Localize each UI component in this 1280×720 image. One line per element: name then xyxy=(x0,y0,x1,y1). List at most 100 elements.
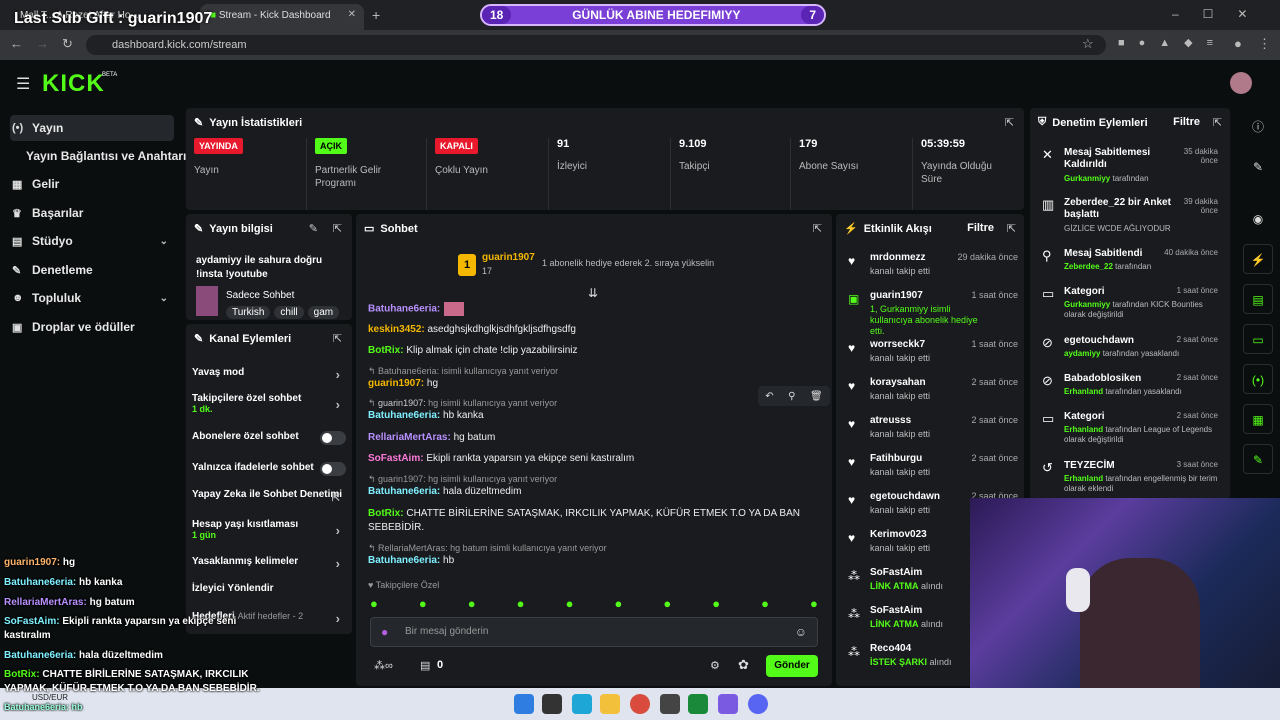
chat-username[interactable]: BotRix: xyxy=(368,508,404,519)
activity-user[interactable]: SoFastAim xyxy=(870,567,922,578)
chat-icon[interactable]: ▭ xyxy=(1243,324,1273,354)
action-raid[interactable]: İzleyici Yönlendir xyxy=(192,583,346,594)
sidebar-item-topluluk[interactable]: ☻ Topluluk ⌄ xyxy=(10,285,174,311)
kick-points-icon[interactable]: ⁂∞ xyxy=(374,659,393,672)
scroll-down-icon[interactable]: ⇊ xyxy=(588,286,598,300)
chat-username[interactable]: Batuhane6eria: xyxy=(368,410,440,421)
emote-icon[interactable]: ● xyxy=(468,596,476,612)
action-subscribers-only[interactable]: Abonelere özel sohbet xyxy=(192,431,346,445)
activity-user[interactable]: atreusss xyxy=(870,415,911,426)
settings-gear-icon[interactable]: ⚙ xyxy=(710,659,720,672)
task-view-icon[interactable] xyxy=(542,694,562,714)
edit-icon[interactable]: ✎ xyxy=(1240,152,1276,182)
layout-icon[interactable]: ▦ xyxy=(1243,404,1273,434)
action-account-age[interactable]: Hesap yaşı kısıtlaması 1 gün › xyxy=(192,519,346,540)
menu-dots-icon[interactable]: ⋮ xyxy=(1258,36,1271,52)
action-emote-only[interactable]: Yalnızca ifadelerle sohbet xyxy=(192,462,346,476)
gift-icon[interactable]: ✿ xyxy=(738,657,749,673)
new-tab-button[interactable]: + xyxy=(372,7,380,23)
windows-start-icon[interactable] xyxy=(514,694,534,714)
mod-user[interactable]: Gurkanmiyy xyxy=(1064,300,1110,309)
emoji-icon[interactable]: ☺ xyxy=(795,625,807,639)
emote-icon[interactable]: ● xyxy=(761,596,769,612)
toggle-switch[interactable] xyxy=(320,462,346,476)
popout-icon[interactable]: ⇱ xyxy=(1005,116,1014,129)
popout-icon[interactable]: ⇱ xyxy=(1213,116,1222,129)
popout-icon[interactable]: ⇱ xyxy=(1007,222,1016,235)
app-icon[interactable] xyxy=(718,694,738,714)
activity-user[interactable]: mrdonmezz xyxy=(870,252,926,263)
tag-chip[interactable]: chill xyxy=(274,306,304,319)
sidebar-item-basarilar[interactable]: ♛ Başarılar xyxy=(10,200,174,226)
currency-widget[interactable]: USD/EUR xyxy=(32,693,68,702)
obs-icon[interactable] xyxy=(660,694,680,714)
app-icon[interactable] xyxy=(688,694,708,714)
chat-input[interactable]: ● Bir mesaj gönderin ☺ xyxy=(370,617,818,647)
chat-username[interactable]: guarin1907: xyxy=(368,378,424,389)
edit-icon[interactable]: ✎ xyxy=(309,222,318,235)
activity-user[interactable]: Fatihburgu xyxy=(870,453,922,464)
kick-logo[interactable]: KICK xyxy=(42,70,105,98)
close-tab-icon[interactable]: ✕ xyxy=(348,9,356,20)
filter-button[interactable]: Filtre xyxy=(1173,116,1200,128)
activity-user[interactable]: egetouchdawn xyxy=(870,491,940,502)
activity-user[interactable]: SoFastAim xyxy=(870,605,922,616)
toggle-switch[interactable] xyxy=(320,431,346,445)
chat-username[interactable]: Batuhane6eria: xyxy=(368,555,440,566)
emote-icon[interactable]: ● xyxy=(810,596,818,612)
hamburger-menu-icon[interactable]: ☰ xyxy=(16,74,30,94)
discord-icon[interactable] xyxy=(748,694,768,714)
chat-username[interactable]: BotRix: xyxy=(368,345,404,356)
action-followers-only[interactable]: Takipçilere özel sohbet 1 dk. › xyxy=(192,393,346,414)
activity-user[interactable]: Kerimov023 xyxy=(870,529,927,540)
send-button[interactable]: Gönder xyxy=(766,655,818,677)
chat-username[interactable]: RellariaMertAras: xyxy=(368,432,451,443)
profile-icon[interactable]: ● xyxy=(1234,36,1242,51)
action-ai-moderation[interactable]: Yapay Zeka ile Sohbet Denetimi ⇱ xyxy=(192,489,346,504)
mod-user[interactable]: aydamiyy xyxy=(1064,349,1100,358)
mod-user[interactable]: Erhanland xyxy=(1064,474,1103,483)
reply-icon[interactable]: ↶ xyxy=(765,391,773,402)
camera-icon[interactable]: ◉ xyxy=(1240,204,1276,234)
reload-icon[interactable]: ↻ xyxy=(62,36,73,52)
url-field[interactable]: dashboard.kick.com/stream xyxy=(86,35,1106,55)
bookmark-star-icon[interactable]: ☆ xyxy=(1082,36,1094,52)
extension-icons[interactable]: ■●▲◆≡ xyxy=(1118,36,1227,49)
activity-user[interactable]: guarin1907 xyxy=(870,290,923,301)
activity-user[interactable]: koraysahan xyxy=(870,377,926,388)
microphone-icon[interactable]: ● xyxy=(381,625,388,639)
chat-username[interactable]: Batuhane6eria: xyxy=(368,486,440,497)
sidebar-item-studyo[interactable]: ▤ Stüdyo ⌄ xyxy=(10,228,174,254)
avatar[interactable] xyxy=(1230,72,1252,94)
store-icon[interactable]: ▤ xyxy=(420,659,430,672)
emote-icon[interactable]: ● xyxy=(614,596,622,612)
broadcast-icon[interactable]: (•) xyxy=(1243,364,1273,394)
pin-icon[interactable]: ⚲ xyxy=(788,391,795,402)
sidebar-item-droplar[interactable]: ▣ Droplar ve ödüller xyxy=(10,314,174,340)
chrome-icon[interactable] xyxy=(630,694,650,714)
emote-icon[interactable]: ● xyxy=(566,596,574,612)
mod-user[interactable]: Gurkanmiyy xyxy=(1064,174,1110,183)
action-slow-mode[interactable]: Yavaş mod › xyxy=(192,367,346,382)
pinned-user[interactable]: guarin1907 xyxy=(482,252,535,263)
emote-icon[interactable]: ● xyxy=(663,596,671,612)
filter-button[interactable]: Filtre xyxy=(967,222,994,234)
sidebar-item-gelir[interactable]: ▦ Gelir xyxy=(10,171,174,197)
document-icon[interactable]: ▤ xyxy=(1243,284,1273,314)
popout-icon[interactable]: ⇱ xyxy=(333,332,342,345)
popout-icon[interactable]: ⇱ xyxy=(333,222,342,235)
wrench-icon[interactable]: ✎ xyxy=(1243,444,1273,474)
popout-icon[interactable]: ⇱ xyxy=(813,222,822,235)
back-icon[interactable]: ← xyxy=(10,36,23,51)
sidebar-item-denetleme[interactable]: ✎ Denetleme xyxy=(10,257,174,283)
browser-tab-active[interactable]: ■ Stream - Kick Dashboard ✕ xyxy=(200,4,364,30)
chat-username[interactable]: SoFastAim: xyxy=(368,453,424,464)
chat-username[interactable]: keskin3452: xyxy=(368,324,425,335)
sidebar-item-stream-key[interactable]: Yayın Bağlantısı ve Anahtarı xyxy=(24,143,188,169)
file-explorer-icon[interactable] xyxy=(600,694,620,714)
activity-user[interactable]: worrseckk7 xyxy=(870,339,925,350)
edge-icon[interactable] xyxy=(572,694,592,714)
action-banned-words[interactable]: Yasaklanmış kelimeler › xyxy=(192,556,346,571)
emote-icon[interactable]: ● xyxy=(419,596,427,612)
emote-icon[interactable]: ● xyxy=(712,596,720,612)
